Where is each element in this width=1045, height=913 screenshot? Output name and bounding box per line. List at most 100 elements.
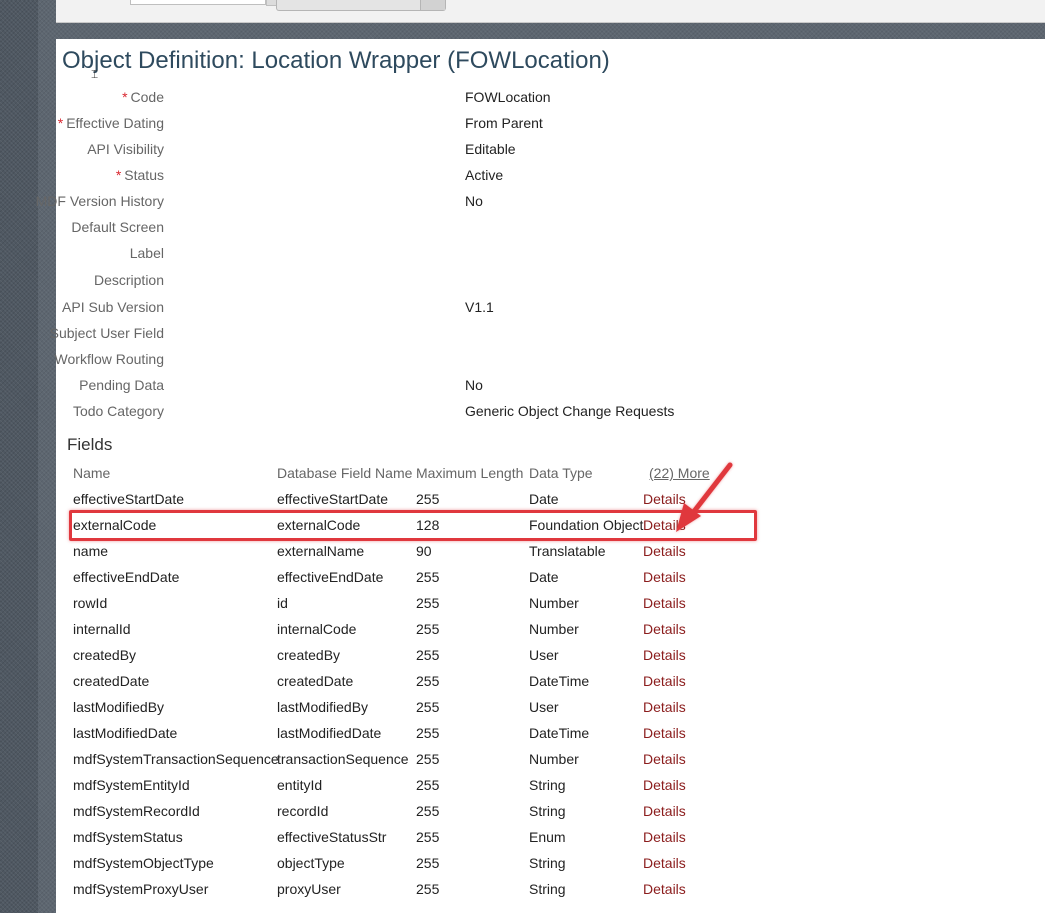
- details-link[interactable]: Details: [643, 827, 686, 847]
- dropdown-select[interactable]: [276, 0, 446, 11]
- property-label: * Effective Dating: [58, 112, 164, 134]
- property-label: Description: [94, 269, 164, 291]
- property-row: Label: [56, 242, 756, 264]
- dropdown-button[interactable]: [420, 0, 445, 10]
- property-row: Todo Category Generic Object Change Reque…: [56, 400, 756, 422]
- field-name: mdfSystemProxyUser: [73, 881, 209, 897]
- property-label: Pending Data: [79, 374, 164, 396]
- maximum-length: 255: [416, 725, 440, 741]
- property-value: No: [465, 193, 483, 209]
- column-header-database-field-name: Database Field Name: [277, 465, 413, 481]
- maximum-length: 255: [416, 803, 440, 819]
- maximum-length: 90: [416, 543, 432, 559]
- details-link[interactable]: Details: [643, 697, 686, 717]
- property-row: API Visibility Editable: [56, 138, 756, 160]
- database-field-name: proxyUser: [277, 881, 341, 897]
- database-field-name: createdBy: [277, 647, 341, 663]
- details-link[interactable]: Details: [643, 645, 686, 665]
- details-link[interactable]: Details: [643, 619, 686, 639]
- data-type: Enum: [529, 829, 566, 845]
- table-row: createdBy createdBy 255 User Details: [73, 645, 733, 671]
- field-name: name: [73, 543, 109, 559]
- page-title: Object Definition: Location Wrapper (FOW…: [62, 47, 610, 74]
- field-name: mdfSystemTransactionSequence: [73, 751, 279, 767]
- data-type: String: [529, 777, 566, 793]
- field-name: lastModifiedBy: [73, 699, 165, 715]
- property-label-text: Code: [130, 89, 164, 105]
- property-row: Default Screen: [56, 216, 756, 238]
- search-input[interactable]: [130, 0, 266, 5]
- object-definition-panel: Object Definition: Location Wrapper (FOW…: [36, 39, 1045, 913]
- property-row: * Status Active: [56, 164, 756, 186]
- data-type: Number: [529, 595, 579, 611]
- database-field-name: lastModifiedBy: [277, 699, 369, 715]
- details-link[interactable]: Details: [643, 489, 686, 509]
- maximum-length: 255: [416, 491, 440, 507]
- property-value: No: [465, 377, 483, 393]
- property-value: Editable: [465, 141, 516, 157]
- maximum-length: 255: [416, 881, 440, 897]
- property-label: * Code: [122, 86, 164, 108]
- data-type: Date: [529, 491, 559, 507]
- property-row: Description: [56, 269, 756, 291]
- table-row: mdfSystemTransactionSequence transactionS…: [73, 749, 733, 775]
- details-link[interactable]: Details: [643, 567, 686, 587]
- details-link[interactable]: Details: [643, 541, 686, 561]
- details-link[interactable]: Details: [643, 775, 686, 795]
- property-label-text: Workflow Routing: [54, 351, 164, 367]
- maximum-length: 255: [416, 751, 440, 767]
- database-field-name: lastModifiedDate: [277, 725, 382, 741]
- property-label-text: Pending Data: [79, 377, 164, 393]
- property-value: FOWLocation: [465, 89, 551, 105]
- details-link[interactable]: Details: [643, 593, 686, 613]
- property-label-text: MDF Version History: [35, 193, 164, 209]
- property-row: Pending Data No: [56, 374, 756, 396]
- details-link[interactable]: Details: [643, 749, 686, 769]
- property-value: From Parent: [465, 115, 543, 131]
- left-side-strip: [0, 0, 38, 913]
- details-link[interactable]: Details: [643, 723, 686, 743]
- fields-heading: Fields: [67, 435, 113, 454]
- table-row: mdfSystemEntityId entityId 255 String Detail…: [73, 775, 733, 801]
- table-row: createdDate createdDate 255 DateTime Details: [73, 671, 733, 697]
- details-link[interactable]: Details: [643, 853, 686, 873]
- data-type: Date: [529, 569, 559, 585]
- table-row: rowId id 255 Number Details: [73, 593, 733, 619]
- details-link[interactable]: Details: [643, 801, 686, 821]
- property-label-text: Effective Dating: [66, 115, 164, 131]
- field-name: mdfSystemRecordId: [73, 803, 200, 819]
- property-label: Label: [130, 242, 164, 264]
- field-name: internalId: [73, 621, 131, 637]
- property-row: API Sub Version V1.1: [56, 296, 756, 318]
- table-row: mdfSystemRecordId recordId 255 String Detail…: [73, 801, 733, 827]
- property-label: * Status: [116, 164, 164, 186]
- database-field-name: effectiveEndDate: [277, 569, 384, 585]
- details-link[interactable]: Details: [643, 879, 686, 899]
- property-label-text: API Sub Version: [62, 299, 164, 315]
- database-field-name: objectType: [277, 855, 345, 871]
- property-row: * Effective Dating From Parent: [56, 112, 756, 134]
- database-field-name: externalName: [277, 543, 365, 559]
- field-name: createdBy: [73, 647, 137, 663]
- property-label-text: Default Screen: [71, 219, 164, 235]
- maximum-length: 255: [416, 829, 440, 845]
- more-columns-link[interactable]: (22) More: [649, 463, 710, 483]
- property-row: * Code FOWLocation: [56, 86, 756, 108]
- database-field-name: createdDate: [277, 673, 354, 689]
- property-label: MDF Version History: [36, 190, 164, 212]
- database-field-name: entityId: [277, 777, 323, 793]
- table-row: mdfSystemStatus effectiveStatusStr 255 Enum…: [73, 827, 733, 853]
- top-toolbar: [56, 0, 1045, 23]
- property-label: Subject User Field: [50, 322, 164, 344]
- data-type: String: [529, 855, 566, 871]
- field-name: mdfSystemEntityId: [73, 777, 190, 793]
- property-label-text: Label: [129, 245, 164, 261]
- property-label-text: Subject User Field: [49, 325, 164, 341]
- database-field-name: internalCode: [277, 621, 357, 637]
- details-link[interactable]: Details: [643, 671, 686, 691]
- property-label: Workflow Routing: [55, 348, 164, 370]
- column-header-maximum-length: Maximum Length: [416, 465, 524, 481]
- data-type: User: [529, 699, 559, 715]
- maximum-length: 255: [416, 777, 440, 793]
- maximum-length: 255: [416, 855, 440, 871]
